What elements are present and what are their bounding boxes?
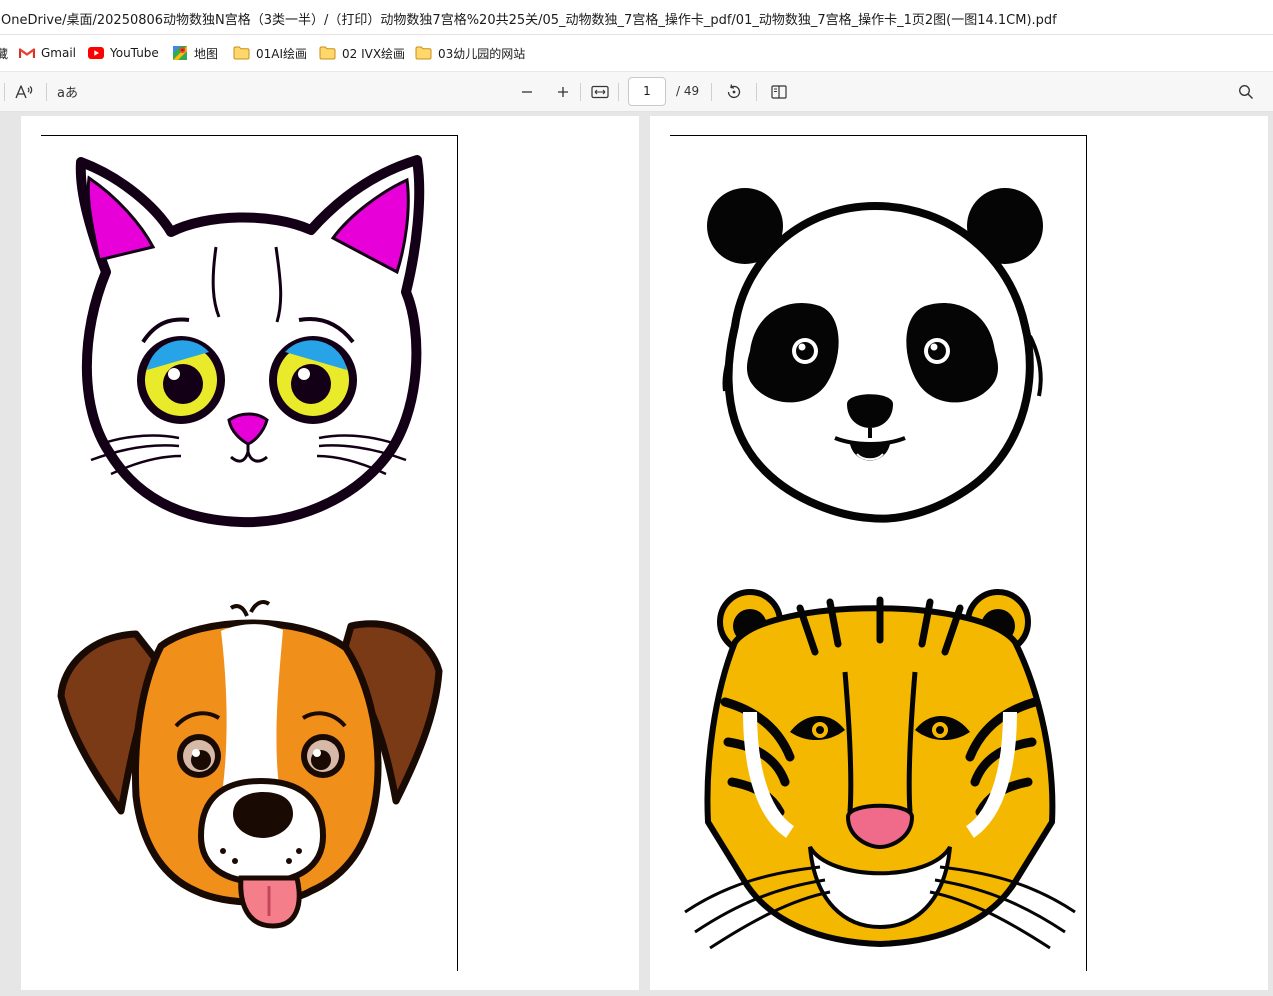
pdf-page-2[interactable] xyxy=(650,116,1268,990)
bookmark-label: YouTube xyxy=(110,46,159,60)
fit-width-icon xyxy=(591,85,609,99)
pdf-toolbar: aあ 1 / 49 xyxy=(0,72,1273,112)
zoom-in-button[interactable] xyxy=(551,80,575,104)
bookmark-label: 03幼儿园的网站 xyxy=(438,46,526,61)
bookmarks-bar: 藏 Gmail YouTube 地图 01AI绘画 02 IVX绘画 03幼儿园… xyxy=(0,35,1273,72)
toolbar-divider xyxy=(580,83,581,101)
bookmark-folder-01[interactable]: 01AI绘画 xyxy=(233,35,307,71)
tiger-illustration xyxy=(684,589,1076,950)
bookmark-label: 01AI绘画 xyxy=(256,46,308,61)
zoom-out-button[interactable] xyxy=(515,80,539,104)
toolbar-divider xyxy=(711,83,712,101)
youtube-icon xyxy=(88,47,104,59)
toolbar-divider xyxy=(618,83,619,101)
page-number-input[interactable]: 1 xyxy=(628,77,666,106)
toolbar-divider xyxy=(46,83,47,101)
cat-illustration xyxy=(75,155,425,528)
toolbar-divider xyxy=(756,83,757,101)
translate-button[interactable]: aあ xyxy=(56,80,80,104)
address-url[interactable]: OneDrive/桌面/20250806动物数独N宫格（3类一半）/（打印）动物… xyxy=(1,9,1057,28)
pdf-viewer[interactable] xyxy=(0,112,1273,996)
bookmark-label: 藏 xyxy=(0,46,9,61)
svg-text:aあ: aあ xyxy=(57,86,78,100)
bookmark-label: Gmail xyxy=(41,46,77,60)
folder-icon xyxy=(415,46,432,60)
rotate-button[interactable] xyxy=(722,80,746,104)
zoom-in-icon xyxy=(558,87,568,97)
read-aloud-icon xyxy=(15,85,33,99)
bookmark-maps[interactable]: 地图 xyxy=(172,35,218,71)
read-aloud-button[interactable] xyxy=(12,80,36,104)
bookmark-label: 地图 xyxy=(194,46,219,61)
bookmark-folder-02[interactable]: 02 IVX绘画 xyxy=(319,35,405,71)
folder-icon xyxy=(233,46,250,60)
bookmark-youtube[interactable]: YouTube xyxy=(88,35,159,71)
bookmark-gmail[interactable]: Gmail xyxy=(19,35,76,71)
search-icon xyxy=(1239,85,1253,99)
dog-illustration xyxy=(57,600,443,929)
page-view-icon xyxy=(771,85,787,99)
search-button[interactable] xyxy=(1234,80,1258,104)
panda-illustration xyxy=(707,188,1043,523)
translate-icon: aあ xyxy=(57,86,78,100)
folder-icon xyxy=(319,46,336,60)
zoom-out-icon xyxy=(522,91,532,93)
page-total: / 49 xyxy=(676,84,700,98)
rotate-icon xyxy=(727,84,741,98)
bookmark-item-partial[interactable]: 藏 xyxy=(0,35,8,71)
page-view-button[interactable] xyxy=(767,80,791,104)
address-bar[interactable]: OneDrive/桌面/20250806动物数独N宫格（3类一半）/（打印）动物… xyxy=(0,0,1273,35)
fit-width-button[interactable] xyxy=(588,80,612,104)
toolbar-divider xyxy=(4,83,5,101)
bookmark-label: 02 IVX绘画 xyxy=(342,46,406,61)
pdf-page-1[interactable] xyxy=(21,116,639,990)
bookmark-folder-03[interactable]: 03幼儿园的网站 xyxy=(415,35,525,71)
gmail-icon xyxy=(19,48,35,58)
maps-icon xyxy=(173,46,187,60)
